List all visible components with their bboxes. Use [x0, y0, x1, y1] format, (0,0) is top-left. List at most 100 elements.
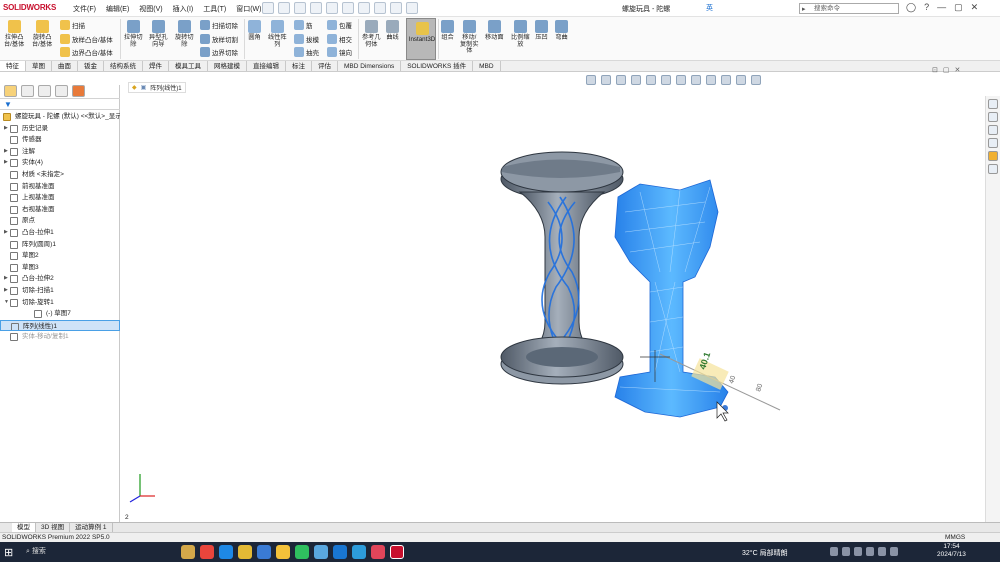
app-icon-store[interactable] [352, 545, 366, 559]
tray-icon-3[interactable] [854, 547, 862, 556]
move-copy-button[interactable]: 移动/ 复制实 体 [460, 20, 479, 55]
wechat-icon[interactable] [295, 545, 309, 559]
instant3d-button[interactable]: Instant3D [406, 18, 436, 60]
clock[interactable]: 17:54 2024/7/13 [937, 543, 966, 559]
tab-mold-tools[interactable]: 模具工具 [169, 61, 208, 71]
tree-item[interactable]: ▶ 凸台-拉伸2 [0, 273, 120, 285]
tab-markup[interactable]: 标注 [286, 61, 312, 71]
tab-weldments[interactable]: 焊件 [143, 61, 169, 71]
boundary-boss-button[interactable]: 边界凸台/基体 [60, 47, 113, 57]
options-icon[interactable] [406, 2, 418, 14]
battery-icon[interactable] [890, 547, 898, 556]
menu-window[interactable]: 窗口(W) [236, 4, 261, 14]
spinning-top-model[interactable] [500, 151, 624, 385]
tree-item[interactable]: 传感器 [0, 134, 120, 146]
network-icon[interactable] [866, 547, 874, 556]
flex-button[interactable]: 弯曲 [555, 20, 568, 42]
tab-features[interactable]: 特征 [0, 61, 26, 71]
select-icon[interactable] [374, 2, 386, 14]
menu-insert[interactable]: 插入(I) [173, 4, 194, 14]
tree-item[interactable]: 原点 [0, 215, 120, 227]
extrude-boss-button[interactable]: 拉伸凸 台/基体 [4, 20, 24, 48]
tab-mbd[interactable]: MBD [473, 61, 501, 71]
fillet-button[interactable]: 圆角 [248, 20, 261, 42]
menu-edit[interactable]: 编辑(E) [106, 4, 129, 14]
save-icon[interactable] [310, 2, 322, 14]
expand-arrow-icon[interactable]: ▶ [4, 123, 8, 135]
help-icon[interactable]: ? [924, 2, 929, 13]
menu-file[interactable]: 文件(F) [73, 4, 96, 14]
hole-wizard-button[interactable]: 异型孔 向导 [149, 20, 168, 48]
undo-icon[interactable] [342, 2, 354, 14]
chrome-icon[interactable] [200, 545, 214, 559]
weather-widget[interactable]: 32°C 局部晴朗 [742, 548, 788, 558]
combine-button[interactable]: 组合 [441, 20, 454, 42]
ime-indicator[interactable]: 英 [706, 3, 713, 13]
print-icon[interactable] [326, 2, 338, 14]
lofted-cut-button[interactable]: 放样切割 [200, 34, 238, 44]
file-explorer-icon[interactable] [988, 125, 998, 135]
tree-item[interactable]: 草图2 [0, 250, 120, 262]
app-icon-yellow[interactable] [238, 545, 252, 559]
curves-button[interactable]: 曲线 [386, 20, 399, 42]
tree-filter[interactable]: ▼ [0, 98, 120, 110]
tab-direct-editing[interactable]: 直接编辑 [247, 61, 286, 71]
reference-geometry-button[interactable]: 参考几 何体 [362, 20, 381, 48]
tree-item[interactable]: 阵列(圆周)1 [0, 239, 120, 251]
tab-solidworks-addins[interactable]: SOLIDWORKS 插件 [401, 61, 474, 71]
close-icon[interactable]: ✕ [971, 2, 979, 13]
tree-item[interactable]: (-) 草图7 [0, 308, 120, 320]
design-library-icon[interactable] [988, 112, 998, 122]
draft-button[interactable]: 拔模 [294, 34, 319, 44]
tab-model[interactable]: 模型 [12, 523, 36, 532]
tab-surfaces[interactable]: 曲面 [52, 61, 78, 71]
wrap-button[interactable]: 包覆 [327, 20, 352, 30]
menu-view[interactable]: 视图(V) [139, 4, 162, 14]
taskbar-search[interactable]: ⌕ 搜索 [26, 546, 46, 558]
tree-item[interactable]: 右视基准面 [0, 204, 120, 216]
tree-item[interactable]: 上视基准面 [0, 192, 120, 204]
loft-button[interactable]: 放样凸台/基体 [60, 34, 113, 44]
tree-item[interactable]: 螺旋玩具 - 陀螺 (默认) <<默认>_显示 [0, 111, 120, 123]
task-view-icon[interactable] [181, 545, 195, 559]
expand-arrow-icon[interactable]: ▶ [4, 157, 8, 169]
configuration-manager-icon[interactable] [38, 85, 51, 97]
tree-item[interactable]: 草图3 [0, 262, 120, 274]
tray-icon-1[interactable] [830, 547, 838, 556]
tree-item[interactable]: ▶ 注解 [0, 146, 120, 158]
mirror-button[interactable]: 镜向 [327, 47, 352, 57]
app-icon-light-blue[interactable] [314, 545, 328, 559]
tree-item[interactable]: ▶ 实体(4) [0, 157, 120, 169]
revolve-boss-button[interactable]: 旋转凸 台/基体 [32, 20, 52, 48]
tab-sketch[interactable]: 草图 [26, 61, 52, 71]
tree-item[interactable]: 阵列(线性)1 [0, 319, 120, 332]
sweep-button[interactable]: 扫描 [60, 20, 85, 30]
expand-arrow-icon[interactable]: ▶ [4, 227, 8, 239]
shell-button[interactable]: 抽壳 [294, 47, 319, 57]
app-icon-blue[interactable] [219, 545, 233, 559]
display-manager-icon[interactable] [72, 85, 85, 97]
minimize-icon[interactable]: — [937, 2, 946, 13]
tree-item[interactable]: 材质 <未指定> [0, 169, 120, 181]
search-commands-input[interactable]: ▸ 搜索命令 [799, 3, 899, 14]
expand-arrow-icon[interactable]: ▶ [4, 273, 8, 285]
expand-arrow-icon[interactable]: ▶ [4, 146, 8, 158]
menu-tools[interactable]: 工具(T) [203, 4, 226, 14]
app-icon-dark-blue[interactable] [333, 545, 347, 559]
solidworks-taskbar-icon[interactable] [390, 545, 404, 559]
resources-icon[interactable] [988, 99, 998, 109]
custom-properties-icon[interactable] [988, 164, 998, 174]
extrude-cut-button[interactable]: 拉伸切 除 [124, 20, 143, 48]
app-icon-mail[interactable] [257, 545, 271, 559]
revolve-cut-button[interactable]: 旋转切 除 [175, 20, 194, 48]
home-icon[interactable] [262, 2, 274, 14]
graphics-area[interactable]: ⊡ ▢ ✕ ◆ ▣ 阵列(线性)1 40.1 40 80 2 [120, 67, 985, 522]
linear-pattern-button[interactable]: 线性阵 列 [268, 20, 287, 48]
redo-icon[interactable] [358, 2, 370, 14]
file-explorer-taskbar-icon[interactable] [276, 545, 290, 559]
start-icon[interactable]: ⊞ [4, 546, 13, 559]
tab-structure-system[interactable]: 结构系统 [104, 61, 143, 71]
new-file-icon[interactable] [278, 2, 290, 14]
property-manager-icon[interactable] [21, 85, 34, 97]
expand-arrow-icon[interactable]: ▶ [4, 285, 8, 297]
